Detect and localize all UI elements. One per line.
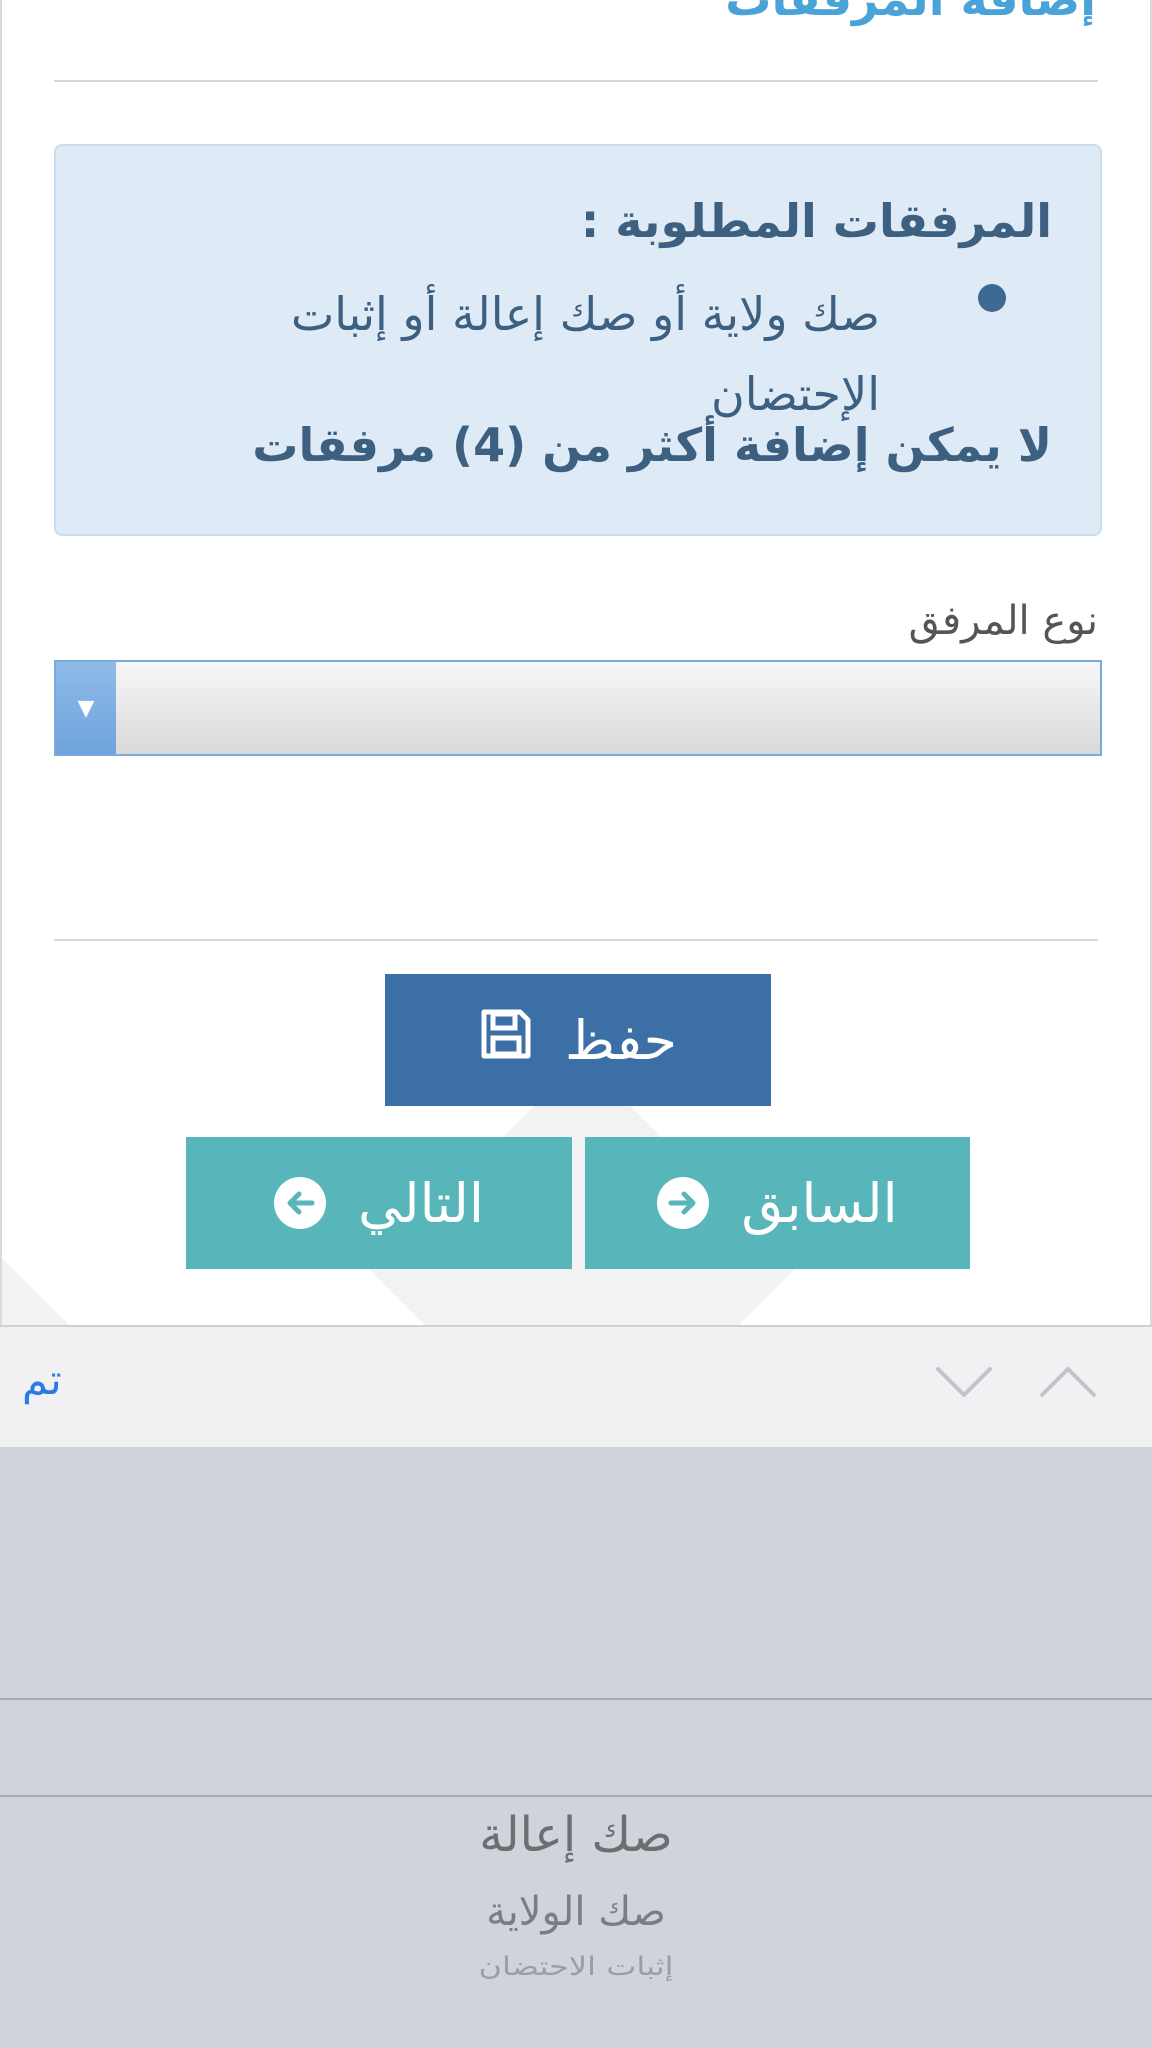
picker-selection-bottom-line xyxy=(0,1795,1152,1797)
attachment-type-label: نوع المرفق xyxy=(908,598,1098,644)
circle-arrow-left-icon xyxy=(274,1177,327,1229)
floppy-disk-icon xyxy=(479,1007,533,1074)
picker-option[interactable]: إثبات الاحتضان xyxy=(0,1951,1152,1981)
bullet-icon xyxy=(978,284,1006,312)
chevron-down-icon[interactable] xyxy=(934,1361,994,1401)
keyboard-toolbar: تم xyxy=(0,1325,1152,1447)
background-decoration xyxy=(2,1187,145,1325)
previous-button[interactable]: السابق xyxy=(585,1137,970,1269)
divider xyxy=(54,939,1098,941)
attachments-limit-note: لا يمكن إضافة أكثر من (4) مرفقات xyxy=(252,418,1052,472)
previous-label: السابق xyxy=(741,1171,898,1235)
done-button[interactable]: تم xyxy=(22,1355,62,1404)
form-page: إضافة المرفقات المرفقات المطلوبة : صك ول… xyxy=(0,0,1152,1325)
circle-arrow-right-icon xyxy=(657,1177,710,1229)
page-title: إضافة المرفقات xyxy=(725,0,1096,26)
required-attachments-box: المرفقات المطلوبة : صك ولاية أو صك إعالة… xyxy=(54,144,1102,536)
picker-option[interactable]: صك إعالة xyxy=(0,1807,1152,1863)
attachment-type-select[interactable]: ▼ xyxy=(54,660,1102,756)
required-attachment-item: صك ولاية أو صك إعالة أو إثبات الإحتضان xyxy=(291,287,880,421)
next-label: التالي xyxy=(358,1171,484,1235)
option-picker[interactable]: صك إعالة صك الولاية إثبات الاحتضان xyxy=(0,1447,1152,2048)
triangle-down-icon[interactable]: ▼ xyxy=(56,662,116,754)
save-label: حفظ xyxy=(565,1008,677,1072)
picker-selection-top-line xyxy=(0,1698,1152,1700)
next-button[interactable]: التالي xyxy=(186,1137,572,1269)
save-button[interactable]: حفظ xyxy=(385,974,771,1106)
required-attachments-title: المرفقات المطلوبة : xyxy=(580,194,1052,248)
picker-option[interactable]: صك الولاية xyxy=(0,1889,1152,1935)
divider xyxy=(54,80,1098,82)
chevron-up-icon[interactable] xyxy=(1038,1361,1098,1401)
